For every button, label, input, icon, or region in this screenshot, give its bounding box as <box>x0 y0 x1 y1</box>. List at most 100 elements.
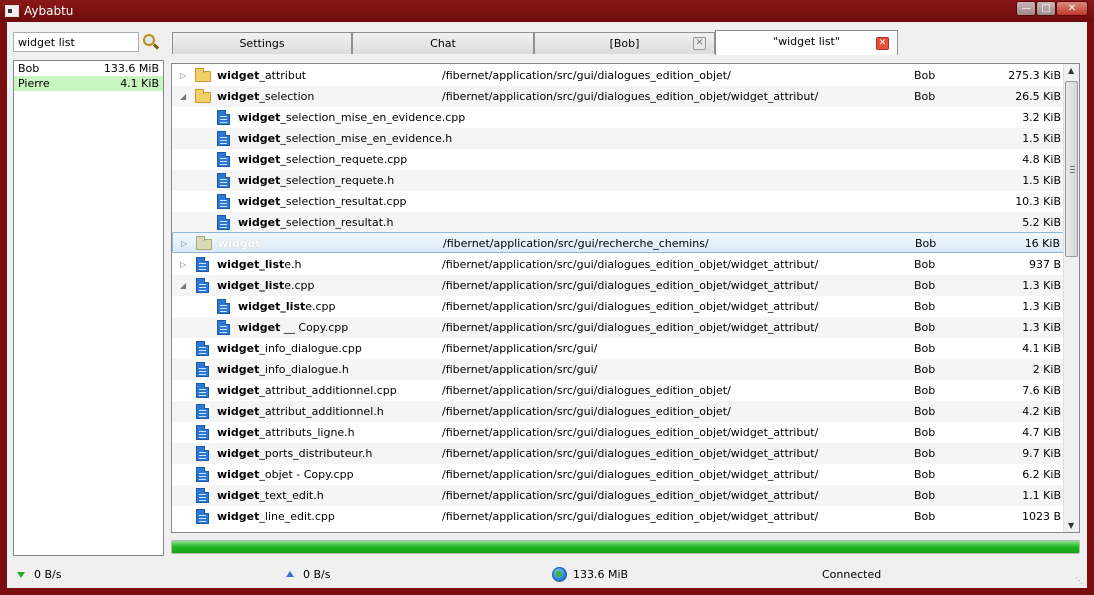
file-size: 4.1 KiB <box>1022 342 1061 355</box>
file-row[interactable]: widget_objet - Copy.cpp /fibernet/applic… <box>172 464 1065 485</box>
file-size: 1.3 KiB <box>1022 321 1061 334</box>
file-row[interactable]: ◢ widget_liste.cpp /fibernet/application… <box>172 275 1065 296</box>
expand-icon[interactable]: ▷ <box>180 65 188 86</box>
collapse-icon[interactable]: ◢ <box>180 86 188 107</box>
file-icon <box>217 215 230 230</box>
folder-row-selected[interactable]: ▷ widget /fibernet/application/src/gui/r… <box>172 232 1065 253</box>
file-icon <box>196 278 209 293</box>
search-icon[interactable] <box>142 33 160 51</box>
minimize-button[interactable]: — <box>1016 1 1036 16</box>
file-owner: Bob <box>914 510 936 523</box>
file-row[interactable]: widget_attributs_ligne.h /fibernet/appli… <box>172 422 1065 443</box>
folder-icon <box>195 68 211 82</box>
file-owner: Bob <box>914 300 936 313</box>
file-row[interactable]: widget_info_dialogue.cpp /fibernet/appli… <box>172 338 1065 359</box>
file-size: 2 KiB <box>1032 363 1061 376</box>
file-icon <box>196 362 209 377</box>
scroll-up-icon[interactable]: ▲ <box>1068 66 1074 75</box>
file-owner: Bob <box>914 384 936 397</box>
tab-chat[interactable]: Chat <box>352 32 534 54</box>
file-name: widget_selection_requete.cpp <box>238 153 408 166</box>
file-row[interactable]: widget_attribut_additionnel.cpp /fiberne… <box>172 380 1065 401</box>
resize-grip-icon[interactable]: ⋱ <box>1075 576 1085 586</box>
app-icon[interactable] <box>5 5 19 17</box>
file-size: 10.3 KiB <box>1015 195 1061 208</box>
expand-icon[interactable]: ▷ <box>180 254 188 275</box>
file-name: widget_attribut_additionnel.h <box>217 405 384 418</box>
file-row[interactable]: widget_selection_mise_en_evidence.cpp 3.… <box>172 107 1065 128</box>
file-name: widget_selection_resultat.cpp <box>238 195 407 208</box>
file-size: 5.2 KiB <box>1022 216 1061 229</box>
file-row[interactable]: widget_selection_resultat.cpp 10.3 KiB <box>172 191 1065 212</box>
connection-status: Connected <box>822 568 882 581</box>
file-path: /fibernet/application/src/gui/dialogues_… <box>442 384 731 397</box>
peer-item-pierre[interactable]: Pierre 4.1 KiB <box>14 76 163 91</box>
file-icon <box>196 257 209 272</box>
file-size: 3.2 KiB <box>1022 111 1061 124</box>
file-row[interactable]: ▷ widget_liste.h /fibernet/application/s… <box>172 254 1065 275</box>
maximize-button[interactable]: □ <box>1036 1 1056 16</box>
file-path: /fibernet/application/src/gui/ <box>442 363 598 376</box>
folder-row[interactable]: ◢ widget_selection /fibernet/application… <box>172 86 1065 107</box>
file-name: widget_selection_mise_en_evidence.h <box>238 132 453 145</box>
file-name: widget_info_dialogue.h <box>217 363 349 376</box>
file-row[interactable]: widget_selection_requete.cpp 4.8 KiB <box>172 149 1065 170</box>
file-name: widget_objet - Copy.cpp <box>217 468 354 481</box>
peer-item-bob[interactable]: Bob 133.6 MiB <box>14 61 163 76</box>
file-row[interactable]: widget_ports_distributeur.h /fibernet/ap… <box>172 443 1065 464</box>
tab-label: Chat <box>430 37 456 50</box>
tab-settings[interactable]: Settings <box>172 32 352 54</box>
file-icon <box>196 425 209 440</box>
file-name: widget_attribut_additionnel.cpp <box>217 384 397 397</box>
peer-share-size: 4.1 KiB <box>120 77 159 90</box>
upload-rate: 0 B/s <box>286 568 330 582</box>
scroll-down-icon[interactable]: ▼ <box>1068 521 1074 530</box>
file-row[interactable]: widget_info_dialogue.h /fibernet/applica… <box>172 359 1065 380</box>
file-owner: Bob <box>914 90 936 103</box>
total-shared: 133.6 MiB <box>552 567 628 582</box>
file-row[interactable]: widget_liste.cpp /fibernet/application/s… <box>172 296 1065 317</box>
vertical-scrollbar[interactable]: ▲ ▼ <box>1063 64 1079 532</box>
file-size: 1.5 KiB <box>1022 132 1061 145</box>
close-tab-icon[interactable]: ✕ <box>693 37 706 50</box>
file-list: ▷ widget_attribut /fibernet/application/… <box>171 63 1080 533</box>
file-path: /fibernet/application/src/gui/dialogues_… <box>442 279 819 292</box>
file-owner: Bob <box>914 426 936 439</box>
close-button[interactable]: ✕ <box>1056 1 1088 16</box>
file-name: widget_ports_distributeur.h <box>217 447 373 460</box>
file-owner: Bob <box>914 489 936 502</box>
file-size: 1.5 KiB <box>1022 174 1061 187</box>
file-row[interactable]: widget_line_edit.cpp /fibernet/applicati… <box>172 506 1065 527</box>
file-owner: Bob <box>915 237 937 250</box>
file-row[interactable]: widget_selection_mise_en_evidence.h 1.5 … <box>172 128 1065 149</box>
search-input[interactable] <box>13 32 139 52</box>
file-size: 9.7 KiB <box>1022 447 1061 460</box>
file-owner: Bob <box>914 447 936 460</box>
folder-row[interactable]: ▷ widget_attribut /fibernet/application/… <box>172 65 1065 86</box>
file-name: widget __ Copy.cpp <box>238 321 349 334</box>
file-row[interactable]: widget_attribut_additionnel.h /fibernet/… <box>172 401 1065 422</box>
tab-bob[interactable]: [Bob] ✕ <box>534 32 715 54</box>
file-size: 4.7 KiB <box>1022 426 1061 439</box>
file-path: /fibernet/application/src/gui/dialogues_… <box>442 69 731 82</box>
scrollbar-thumb[interactable] <box>1065 81 1078 257</box>
file-name: widget_attributs_ligne.h <box>217 426 355 439</box>
file-icon <box>217 110 230 125</box>
file-name: widget <box>218 237 261 250</box>
expand-icon[interactable]: ▷ <box>181 233 189 254</box>
title-bar: Aybabtu — □ ✕ <box>0 0 1094 22</box>
peer-name: Pierre <box>18 77 50 90</box>
close-tab-icon[interactable]: ✕ <box>876 37 889 50</box>
file-row[interactable]: widget_text_edit.h /fibernet/application… <box>172 485 1065 506</box>
file-row[interactable]: widget_selection_requete.h 1.5 KiB <box>172 170 1065 191</box>
folder-open-icon <box>195 89 211 103</box>
file-row[interactable]: widget_selection_resultat.h 5.2 KiB <box>172 212 1065 233</box>
file-icon <box>196 341 209 356</box>
file-row[interactable]: widget __ Copy.cpp /fibernet/application… <box>172 317 1065 338</box>
file-icon <box>196 446 209 461</box>
file-name: widget_liste.cpp <box>238 300 336 313</box>
file-name: widget_selection <box>217 90 315 103</box>
collapse-icon[interactable]: ◢ <box>180 275 188 296</box>
file-owner: Bob <box>914 468 936 481</box>
tab-widget-list[interactable]: "widget list" ✕ <box>715 30 898 55</box>
